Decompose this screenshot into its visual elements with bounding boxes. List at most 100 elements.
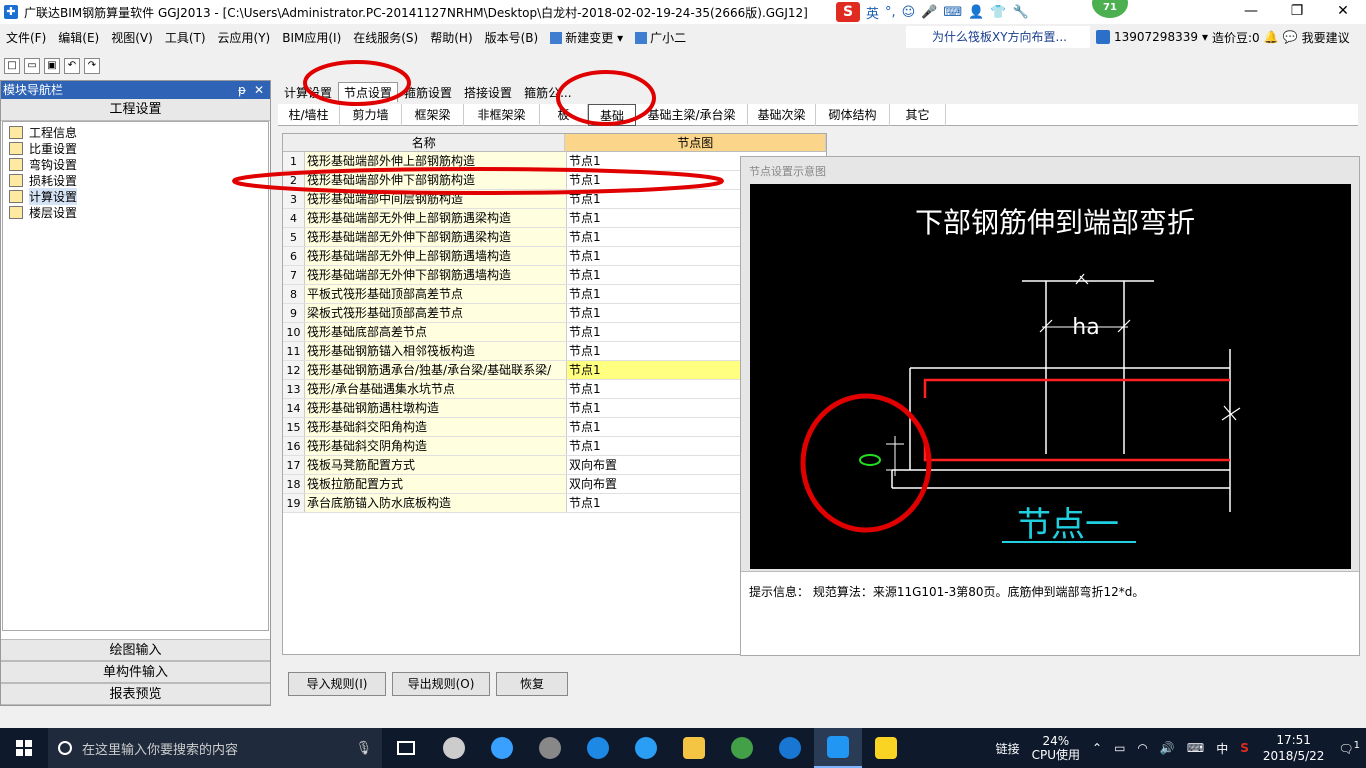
bell-icon[interactable]: 🔔 xyxy=(1264,30,1279,44)
tree-item-loss[interactable]: 损耗设置 xyxy=(9,172,268,188)
restore-button[interactable]: 恢复 xyxy=(496,672,568,696)
tab-other[interactable]: 其它 xyxy=(890,104,946,126)
tab-node-settings[interactable]: 节点设置 xyxy=(338,82,399,102)
row-node-value[interactable]: 节点1 xyxy=(567,361,741,379)
notes-app-icon[interactable] xyxy=(862,728,910,768)
tab-shear-wall[interactable]: 剪力墙 xyxy=(340,104,402,126)
redo-icon[interactable]: ↷ xyxy=(84,58,100,74)
row-node-value[interactable]: 双向布置 xyxy=(567,456,741,474)
mic-icon[interactable]: 🎙 xyxy=(355,741,372,756)
row-node-value[interactable]: 节点1 xyxy=(567,152,741,170)
nav-section-single[interactable]: 单构件输入 xyxy=(1,661,270,683)
undo-icon[interactable]: ↶ xyxy=(64,58,80,74)
start-button[interactable] xyxy=(0,728,48,768)
tree-item-calc[interactable]: 计算设置 xyxy=(9,187,268,205)
tab-foundation-main-beam[interactable]: 基础主梁/承台梁 xyxy=(636,104,748,126)
row-node-value[interactable]: 双向布置 xyxy=(567,475,741,493)
tray-wifi-icon[interactable]: ◠ xyxy=(1131,741,1153,755)
maximize-button[interactable]: ❐ xyxy=(1274,0,1320,24)
tab-slab[interactable]: 板 xyxy=(540,104,588,126)
tab-foundation-sub-beam[interactable]: 基础次梁 xyxy=(748,104,816,126)
ime-tools-icon[interactable]: 🔧 xyxy=(1013,5,1029,20)
menu-bim[interactable]: BIM应用(I) xyxy=(276,29,347,46)
menu-version[interactable]: 版本号(B) xyxy=(479,29,545,46)
ggj-app-icon[interactable] xyxy=(814,728,862,768)
tray-ime[interactable]: 中 xyxy=(1210,740,1234,757)
task-view-icon[interactable] xyxy=(382,728,430,768)
nav-section-drawing[interactable]: 绘图输入 xyxy=(1,639,270,661)
ime-emoji-icon[interactable]: ☺ xyxy=(902,5,916,20)
menu-online[interactable]: 在线服务(S) xyxy=(347,29,424,46)
row-node-value[interactable]: 节点1 xyxy=(567,399,741,417)
swirl-app-icon[interactable] xyxy=(526,728,574,768)
action-center-icon[interactable]: 🗨1 xyxy=(1332,740,1366,756)
open-folder-icon[interactable]: ▭ xyxy=(24,58,40,74)
row-node-value[interactable]: 节点1 xyxy=(567,285,741,303)
row-node-value[interactable]: 节点1 xyxy=(567,494,741,512)
phone-account[interactable]: 13907298339 xyxy=(1114,30,1198,44)
tray-keyboard-icon[interactable]: ⌨ xyxy=(1181,741,1210,755)
green-app-icon[interactable] xyxy=(718,728,766,768)
row-node-value[interactable]: 节点1 xyxy=(567,190,741,208)
file-explorer-icon[interactable] xyxy=(670,728,718,768)
menu-cloud[interactable]: 云应用(Y) xyxy=(212,29,277,46)
ie-alt-icon[interactable] xyxy=(622,728,670,768)
export-rules-button[interactable]: 导出规则(O) xyxy=(392,672,490,696)
dropdown-icon[interactable]: ▾ xyxy=(1202,30,1208,44)
menu-view[interactable]: 视图(V) xyxy=(105,29,159,46)
tree-item-project-info[interactable]: 工程信息 xyxy=(9,124,268,140)
sogou-browser-icon[interactable] xyxy=(766,728,814,768)
tab-masonry[interactable]: 砌体结构 xyxy=(816,104,890,126)
notification-badge[interactable]: 71 xyxy=(1092,0,1128,18)
tab-stirrup-settings[interactable]: 箍筋设置 xyxy=(398,82,458,102)
tray-network-icon[interactable]: ▭ xyxy=(1108,741,1131,755)
tree-item-hook[interactable]: 弯钩设置 xyxy=(9,156,268,172)
menu-assistant[interactable]: 广小二 xyxy=(629,29,692,46)
tray-link[interactable]: 链接 xyxy=(990,740,1026,757)
ie-browser-icon[interactable] xyxy=(478,728,526,768)
tab-frame-beam[interactable]: 框架梁 xyxy=(402,104,464,126)
minimize-button[interactable]: — xyxy=(1228,0,1274,24)
row-node-value[interactable]: 节点1 xyxy=(567,171,741,189)
nav-section-report[interactable]: 报表预览 xyxy=(1,683,270,705)
tab-stirrup-formula[interactable]: 箍筋公... xyxy=(518,82,577,102)
menu-file[interactable]: 文件(F) xyxy=(0,29,52,46)
menu-edit[interactable]: 编辑(E) xyxy=(52,29,105,46)
tab-foundation[interactable]: 基础 xyxy=(588,104,636,126)
new-file-icon[interactable]: □ xyxy=(4,58,20,74)
row-node-value[interactable]: 节点1 xyxy=(567,304,741,322)
tree-item-floor[interactable]: 楼层设置 xyxy=(9,204,268,220)
ime-punct-icon[interactable]: °, xyxy=(885,5,896,20)
tab-nonframe-beam[interactable]: 非框架梁 xyxy=(464,104,540,126)
ime-language[interactable]: 英 xyxy=(866,3,879,22)
tree-item-density[interactable]: 比重设置 xyxy=(9,140,268,156)
pin-icon[interactable]: ᵽ xyxy=(238,81,246,99)
tab-lap-settings[interactable]: 搭接设置 xyxy=(458,82,518,102)
sogou-ime-toolbar[interactable]: S 英 °, ☺ 🎤 ⌨ 👤 👕 🔧 xyxy=(836,2,1029,22)
row-node-value[interactable]: 节点1 xyxy=(567,418,741,436)
menu-new-change[interactable]: 新建变更 ▾ xyxy=(544,29,629,46)
menu-help[interactable]: 帮助(H) xyxy=(424,29,478,46)
ime-keyboard-icon[interactable]: ⌨ xyxy=(943,5,962,20)
clock[interactable]: 17:51 2018/5/22 xyxy=(1255,732,1333,764)
cpu-meter[interactable]: 24% CPU使用 xyxy=(1026,734,1086,762)
tray-sogou-icon[interactable]: S xyxy=(1234,741,1255,755)
nav-section-project-settings[interactable]: 工程设置 xyxy=(1,99,270,121)
tab-calc-settings[interactable]: 计算设置 xyxy=(278,82,338,102)
row-node-value[interactable]: 节点1 xyxy=(567,342,741,360)
tab-column[interactable]: 柱/墙柱 xyxy=(278,104,340,126)
row-node-value[interactable]: 节点1 xyxy=(567,247,741,265)
close-button[interactable]: ✕ xyxy=(1320,0,1366,24)
row-node-value[interactable]: 节点1 xyxy=(567,266,741,284)
fan-app-icon[interactable] xyxy=(430,728,478,768)
taskbar-search[interactable]: 在这里输入你要搜索的内容 🎙 xyxy=(48,728,382,768)
row-node-value[interactable]: 节点1 xyxy=(567,323,741,341)
row-node-value[interactable]: 节点1 xyxy=(567,209,741,227)
ime-voice-icon[interactable]: 🎤 xyxy=(921,5,937,20)
suggest-link[interactable]: 我要建议 xyxy=(1302,29,1350,46)
ad-text-link[interactable]: 为什么筏板XY方向布置... xyxy=(906,26,1090,48)
row-node-value[interactable]: 节点1 xyxy=(567,380,741,398)
tray-volume-icon[interactable]: 🔊 xyxy=(1154,741,1181,755)
tray-expand-icon[interactable]: ⌃ xyxy=(1086,741,1108,755)
save-icon[interactable]: ▣ xyxy=(44,58,60,74)
